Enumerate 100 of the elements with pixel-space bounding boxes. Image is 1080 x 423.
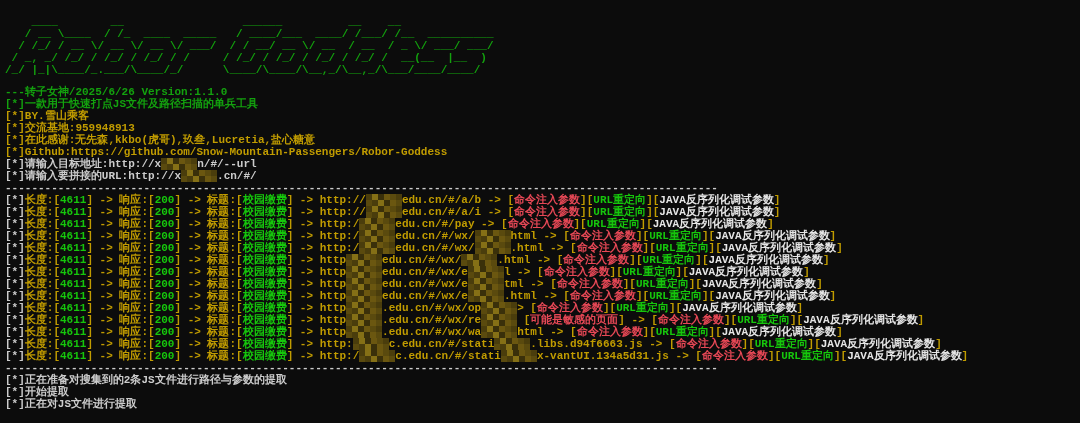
console-text: URL重定向 xyxy=(754,338,808,350)
console-text: JAVA反序列化调试参数 xyxy=(688,266,804,278)
console-text: 4611 xyxy=(60,206,87,218)
console-text: [*] xyxy=(5,326,25,338)
console-text: ] -> 标题:[ xyxy=(174,326,243,338)
console-text: JAVA反序列化调试参数 xyxy=(820,338,936,350)
pixelated-redaction xyxy=(474,230,511,242)
console-text: [*] xyxy=(5,194,25,206)
console-text: edu.cn/#/pay -> [ xyxy=(395,218,508,230)
console-text: ] xyxy=(767,218,774,230)
pixelated-redaction xyxy=(467,290,504,302)
console-text: JAVA反序列化调试参数 xyxy=(659,194,774,206)
console-text: ][ xyxy=(701,230,716,242)
console-text: 4611 xyxy=(60,278,87,290)
console-text: ][ xyxy=(708,242,722,254)
console-text: 4611 xyxy=(60,290,87,302)
console-text: 长度:[ xyxy=(24,206,60,218)
console-text: 4611 xyxy=(60,254,87,266)
console-text: ] xyxy=(829,230,837,242)
console-text: ] -> 响应:[ xyxy=(86,266,155,278)
console-text: 校园缴费 xyxy=(242,194,287,206)
console-text: 命令注入参数 xyxy=(675,338,742,350)
console-text: [*] xyxy=(5,302,25,314)
console-text: 4611 xyxy=(60,194,87,206)
pixelated-redaction xyxy=(467,266,504,278)
console-text: 校园缴费 xyxy=(242,314,287,326)
console-text: URL重定向 xyxy=(635,278,689,290)
console-text: JAVA反序列化调试参数 xyxy=(701,278,817,290)
console-text: [*]BY.雪山乘客 xyxy=(5,110,89,122)
console-text: ] -> 标题:[ xyxy=(174,350,243,362)
console-text: edu.cn/#/wx/e xyxy=(382,290,468,302)
console-text: 200 xyxy=(154,290,175,302)
console-text: 4611 xyxy=(60,302,87,314)
console-text: > [ xyxy=(517,302,537,314)
pixelated-redaction xyxy=(467,278,504,290)
console-text: 命令注入参数 xyxy=(563,254,630,266)
console-text: [*] xyxy=(5,242,25,254)
console-text: x-vantUI.134a5d31.js -> [ xyxy=(536,350,702,362)
console-text: 200 xyxy=(154,218,175,230)
console-text: ] xyxy=(836,326,843,338)
console-text: ] -> 标题:[ xyxy=(174,254,243,266)
console-text: URL重定向 xyxy=(616,302,669,314)
console-text: ] -> 标题:[ xyxy=(174,218,243,230)
pixelated-redaction xyxy=(161,158,198,170)
console-text: [*]交流基地:959948913 xyxy=(5,122,135,134)
console-text: l -> [ xyxy=(503,266,544,278)
console-text: ] -> http:/ xyxy=(286,350,360,362)
console-text: .edu.cn/#/wx/re xyxy=(382,314,482,326)
console-text: ][ xyxy=(675,266,689,278)
console-text: 4611 xyxy=(60,350,87,362)
console-text: ] -> 标题:[ xyxy=(174,290,243,302)
console-text: 校园缴费 xyxy=(242,206,287,218)
pixelated-redaction xyxy=(346,302,383,314)
console-text: ------------------------------------------------------------------------------------------------------------ xyxy=(5,182,718,194)
console-text: .cn/#/ xyxy=(217,170,257,182)
console-text: ] -> 标题:[ xyxy=(174,278,243,290)
console-text: [*]请输入要拼接的URL:http://x xyxy=(5,170,182,182)
console-text: ] xyxy=(961,350,969,362)
console-text: ] xyxy=(917,314,925,326)
console-text: edu.cn/#/wx/e xyxy=(382,278,468,290)
console-text: ] -> 响应:[ xyxy=(86,254,155,266)
pixelated-redaction xyxy=(346,326,383,338)
console-text: JAVA反序列化调试参数 xyxy=(659,206,774,218)
console-text: ] xyxy=(773,194,781,206)
console-text: URL重定向 xyxy=(649,230,702,242)
console-text: 命令注入参数 xyxy=(657,314,724,326)
pixelated-redaction xyxy=(481,302,518,314)
console-text: ][ xyxy=(767,350,782,362)
console-text: ] xyxy=(836,242,843,254)
console-text: ] xyxy=(816,278,823,290)
console-text: JAVA反序列化调试参数 xyxy=(715,290,830,302)
console-text: 命令注入参数 xyxy=(556,278,623,290)
console-text: 命令注入参数 xyxy=(514,194,581,206)
console-text: 命令注入参数 xyxy=(536,302,603,314)
console-text: ] -> http xyxy=(286,290,347,302)
console-text: ][ xyxy=(741,338,755,350)
console-text: ] -> 响应:[ xyxy=(86,278,155,290)
console-text: JAVA反序列化调试参数 xyxy=(682,302,797,314)
console-text: [*] xyxy=(5,278,25,290)
ascii-banner-line: / __ \____ / /_ ____ _____ / ____/___ ____/ /___/ /__ __________ xyxy=(23,28,494,40)
console-text: ] xyxy=(829,290,837,302)
console-text: ][ xyxy=(708,326,722,338)
console-text: [*]正在对JS文件进行提取 xyxy=(5,398,137,410)
console-text: URL重定向 xyxy=(655,242,709,254)
console-text: JAVA反序列化调试参数 xyxy=(652,218,768,230)
console-text: 长度:[ xyxy=(24,350,60,362)
console-text: ] -> 标题:[ xyxy=(174,266,243,278)
console-text: 校园缴费 xyxy=(242,350,287,362)
console-text: .html -> [ xyxy=(510,242,577,254)
ascii-banner-line: ____ __ ______ __ __ xyxy=(30,16,402,28)
console-text: JAVA反序列化调试参数 xyxy=(708,254,823,266)
pixelated-redaction xyxy=(359,230,396,242)
ascii-banner-line: / /_/ / __ \/ __ \/ __ \/ ___/ / / __/ __ \/ __ / __ / _ \/ ___/ ___/ xyxy=(17,40,494,52)
console-text: [*]正在准备对搜集到的2条JS文件进行路径与参数的提取 xyxy=(5,374,287,386)
console-text: [*] xyxy=(5,254,25,266)
console-text: ] -> 响应:[ xyxy=(86,302,155,314)
console-text: 200 xyxy=(154,350,175,362)
console-text: ][ xyxy=(695,254,709,266)
console-text: ][ xyxy=(602,302,617,314)
console-text: JAVA反序列化调试参数 xyxy=(721,242,837,254)
